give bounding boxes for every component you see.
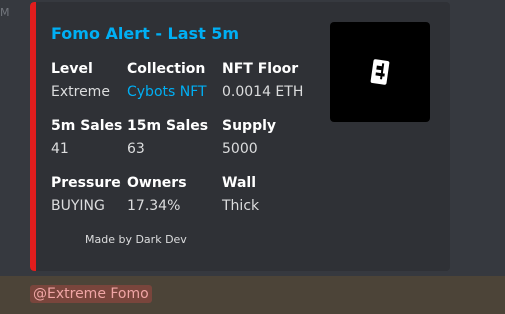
embed-accent-bar — [30, 2, 36, 271]
field-value: Thick — [222, 198, 260, 214]
message-timestamp: M — [0, 6, 10, 19]
field-wall: Wall Thick — [222, 174, 259, 215]
field-value: 17.34% — [127, 198, 181, 214]
nft-collection-icon — [370, 59, 390, 85]
field-level: Level Extreme — [51, 60, 110, 101]
field-value: Extreme — [51, 84, 110, 100]
embed-title[interactable]: Fomo Alert - Last 5m — [51, 24, 239, 43]
role-mention[interactable]: @Extreme Fomo — [30, 285, 152, 303]
field-name: Wall — [222, 175, 256, 191]
field-15m-sales: 15m Sales 63 — [127, 117, 208, 158]
field-supply: Supply 5000 — [222, 117, 276, 158]
field-owners: Owners 17.34% — [127, 174, 187, 215]
embed-footer: Made by Dark Dev — [85, 233, 187, 246]
field-value: 0.0014 ETH — [222, 84, 304, 100]
field-value: 5000 — [222, 141, 258, 157]
field-name: 15m Sales — [127, 118, 209, 134]
field-name: Owners — [127, 175, 187, 191]
field-value: 63 — [127, 141, 145, 157]
field-name: NFT Floor — [222, 61, 299, 77]
field-name: Pressure — [51, 175, 121, 191]
field-name: Collection — [127, 61, 206, 77]
field-collection: Collection Cybots NFT — [127, 60, 207, 101]
field-value: 41 — [51, 141, 69, 157]
embed-thumbnail[interactable] — [330, 22, 430, 122]
collection-link[interactable]: Cybots NFT — [127, 83, 207, 101]
field-name: Level — [51, 61, 93, 77]
field-name: 5m Sales — [51, 118, 123, 134]
field-nft-floor: NFT Floor 0.0014 ETH — [222, 60, 303, 101]
field-value: BUYING — [51, 198, 105, 214]
field-name: Supply — [222, 118, 277, 134]
field-pressure: Pressure BUYING — [51, 174, 121, 215]
fomo-alert-embed: Fomo Alert - Last 5m Level Extreme Colle… — [30, 2, 450, 271]
field-5m-sales: 5m Sales 41 — [51, 117, 122, 158]
